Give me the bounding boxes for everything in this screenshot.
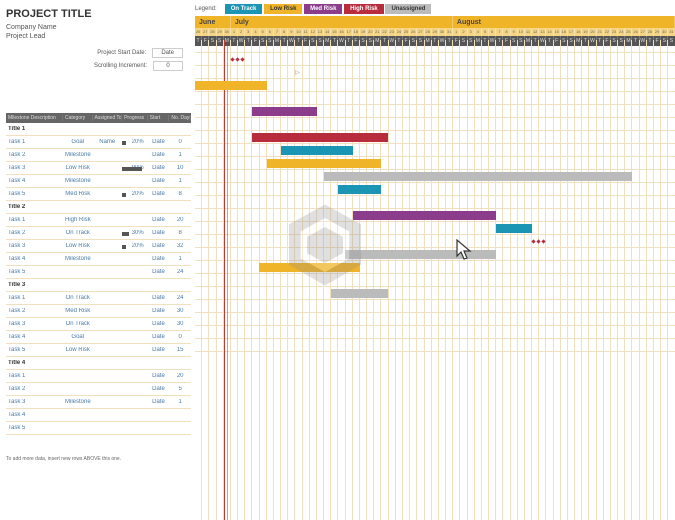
task-group-row[interactable]: Title 1 — [6, 123, 191, 136]
gantt-bar[interactable] — [195, 81, 267, 90]
right-panel: Legend: On Track Low Risk Med Risk High … — [195, 0, 675, 520]
task-row[interactable]: Task 4GoalDate0 — [6, 331, 191, 344]
table-header: Milestone Description Category Assigned … — [6, 113, 191, 123]
task-row[interactable]: Task 1On TrackDate24 — [6, 292, 191, 305]
gantt-bar[interactable] — [324, 172, 632, 181]
month-cell: June — [195, 16, 231, 28]
task-row[interactable]: Task 3MilestoneDate1 — [6, 396, 191, 409]
today-line-shadow — [227, 40, 228, 520]
gantt-bar[interactable] — [353, 211, 496, 220]
month-cell: August — [453, 16, 675, 28]
start-date-label: Project Start Date: — [97, 50, 146, 56]
month-row: JuneJulyAugust — [195, 16, 675, 28]
task-group-row[interactable]: Title 3 — [6, 279, 191, 292]
day-number-row: 2627282930123456789101112131415161718192… — [195, 28, 675, 36]
gantt-area[interactable]: ▷ — [195, 40, 675, 520]
col-progress: Progress — [122, 115, 148, 121]
scroll-input[interactable]: 0 — [153, 61, 183, 71]
company-name: Company Name — [6, 24, 191, 31]
watermark-logo — [280, 200, 370, 290]
controls: Project Start Date: Date Scrolling Incre… — [6, 48, 191, 71]
month-cell: July — [231, 16, 453, 28]
legend-item: Unassigned — [385, 4, 431, 14]
task-row[interactable]: Task 4MilestoneDate1 — [6, 175, 191, 188]
start-date-row: Project Start Date: Date — [97, 48, 183, 58]
col-description: Milestone Description — [6, 115, 63, 121]
gantt-bar[interactable] — [267, 159, 382, 168]
task-row[interactable]: Task 4MilestoneDate1 — [6, 253, 191, 266]
task-row[interactable]: Task 1High RiskDate20 — [6, 214, 191, 227]
gantt-bar[interactable] — [496, 224, 532, 233]
legend: Legend: On Track Low Risk Med Risk High … — [195, 0, 675, 16]
task-row[interactable]: Task 2Med RiskDate30 — [6, 305, 191, 318]
gantt-rows-bg — [195, 40, 675, 352]
project-title: PROJECT TITLE — [6, 8, 191, 20]
gantt-bar[interactable] — [331, 289, 388, 298]
gantt-bar[interactable] — [338, 185, 381, 194]
task-row[interactable]: Task 1Date20 — [6, 370, 191, 383]
milestone-marker[interactable] — [231, 58, 244, 61]
footer-note: To add more data, insert new rows ABOVE … — [6, 456, 121, 462]
task-group-row[interactable]: Title 2 — [6, 201, 191, 214]
col-category: Category — [63, 115, 93, 121]
task-row[interactable]: Task 5Med Risk20%Date8 — [6, 188, 191, 201]
today-line — [224, 40, 225, 520]
col-days: No. Days — [169, 115, 191, 121]
scroll-row: Scrolling Increment: 0 — [94, 61, 183, 71]
task-row[interactable]: Task 4 — [6, 409, 191, 422]
scroll-label: Scrolling Increment: — [94, 63, 147, 69]
task-row[interactable]: Task 3On TrackDate30 — [6, 318, 191, 331]
milestone-marker[interactable] — [532, 240, 545, 243]
col-assigned: Assigned To — [93, 115, 123, 121]
task-row[interactable]: Task 5Date24 — [6, 266, 191, 279]
task-row[interactable]: Task 1GoalName20%Date0 — [6, 136, 191, 149]
legend-item: On Track — [225, 4, 263, 14]
task-group-row[interactable]: Title 4 — [6, 357, 191, 370]
legend-item: Med Risk — [304, 4, 342, 14]
task-row[interactable]: Task 3Low Risk20%Date32 — [6, 240, 191, 253]
project-lead: Project Lead — [6, 33, 191, 40]
start-date-input[interactable]: Date — [152, 48, 183, 58]
task-grid: Title 1Task 1GoalName20%Date0Task 2Miles… — [6, 123, 191, 435]
task-row[interactable]: Task 5 — [6, 422, 191, 435]
task-row[interactable]: Task 2Date5 — [6, 383, 191, 396]
gantt-bar[interactable] — [252, 133, 388, 142]
task-row[interactable]: Task 2On Track30%Date8 — [6, 227, 191, 240]
gantt-bar[interactable] — [252, 107, 316, 116]
left-panel: PROJECT TITLE Company Name Project Lead … — [0, 0, 195, 520]
task-row[interactable]: Task 2MilestoneDate1 — [6, 149, 191, 162]
task-row[interactable]: Task 5Low RiskDate15 — [6, 344, 191, 357]
col-start: Start — [148, 115, 170, 121]
legend-item: High Risk — [344, 4, 384, 14]
legend-label: Legend: — [195, 6, 217, 12]
legend-item: Low Risk — [264, 4, 302, 14]
task-row[interactable]: Task 3Low Risk90%Date10 — [6, 162, 191, 175]
gantt-bar[interactable] — [281, 146, 353, 155]
